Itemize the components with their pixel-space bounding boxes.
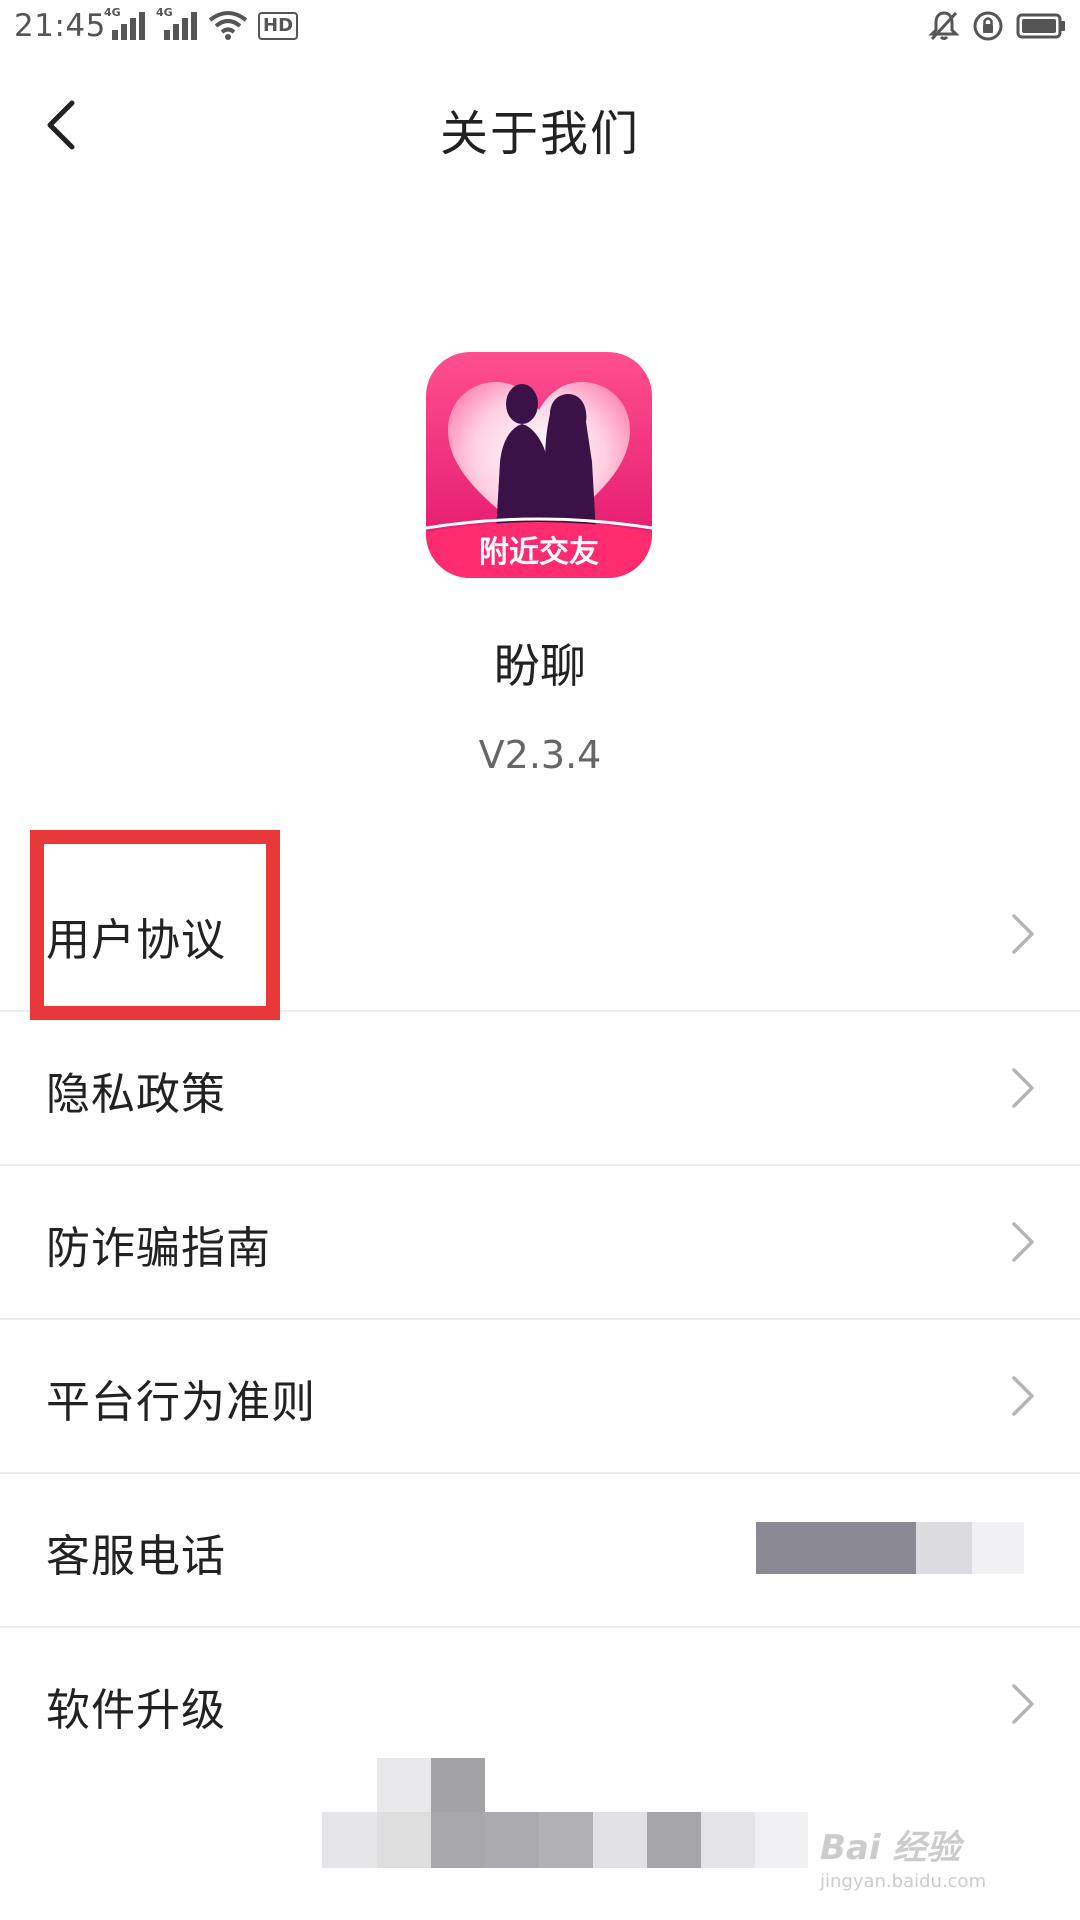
status-bar: 21:45 4G 4G HD (0, 0, 1080, 56)
menu-item-label: 客服电话 (46, 1531, 226, 1582)
about-us-screen: 21:45 4G 4G HD 关于我们 附近交友 盼聊 V2.3.4 用户协议 … (0, 0, 1080, 1920)
app-version: V2.3.4 (478, 733, 602, 777)
app-name: 盼聊 (494, 639, 586, 693)
watermark-main: Bai 经验 (820, 1828, 961, 1868)
redacted-bottom-area (322, 1758, 808, 1868)
wifi-icon (208, 11, 248, 40)
menu-item-label: 用户协议 (46, 915, 226, 966)
menu-item-label: 隐私政策 (46, 1069, 226, 1120)
status-left-icons: 4G 4G HD (104, 6, 299, 40)
redacted-phone-number (756, 1522, 1024, 1574)
nav-bar: 关于我们 (0, 70, 1080, 180)
chevron-right-icon (1012, 1222, 1034, 1262)
signal-icon: 4G (104, 6, 146, 40)
menu-item-platform-code-of-conduct[interactable]: 平台行为准则 (0, 1320, 1080, 1474)
menu-item-label: 防诈骗指南 (46, 1223, 271, 1274)
menu-item-label: 软件升级 (46, 1685, 226, 1736)
status-right-icons (928, 10, 1066, 42)
watermark-sub: jingyan.baidu.com (820, 1871, 987, 1892)
chevron-right-icon (1012, 1376, 1034, 1416)
hd-icon: HD (258, 12, 299, 40)
status-time: 21:45 (14, 8, 106, 44)
app-logo: 附近交友 (426, 352, 652, 578)
battery-icon (1016, 13, 1065, 39)
menu-list: 用户协议 隐私政策 防诈骗指南 平台行为准则 客服电话 软件升级 (0, 858, 1080, 1780)
rotation-lock-icon (973, 11, 1003, 41)
chevron-right-icon (1012, 1684, 1034, 1724)
menu-item-user-agreement[interactable]: 用户协议 (0, 858, 1080, 1012)
menu-item-label: 平台行为准则 (46, 1377, 316, 1428)
mute-icon (928, 11, 960, 41)
chevron-right-icon (1012, 914, 1034, 954)
watermark: Bai 经验 jingyan.baidu.com (820, 1820, 1050, 1900)
signal-icon: 4G (156, 6, 198, 40)
chevron-right-icon (1012, 1068, 1034, 1108)
menu-item-anti-fraud-guide[interactable]: 防诈骗指南 (0, 1166, 1080, 1320)
page-title: 关于我们 (439, 106, 640, 162)
logo-text: 附近交友 (479, 535, 599, 570)
menu-item-customer-service-phone[interactable]: 客服电话 (0, 1474, 1080, 1628)
menu-item-privacy-policy[interactable]: 隐私政策 (0, 1012, 1080, 1166)
